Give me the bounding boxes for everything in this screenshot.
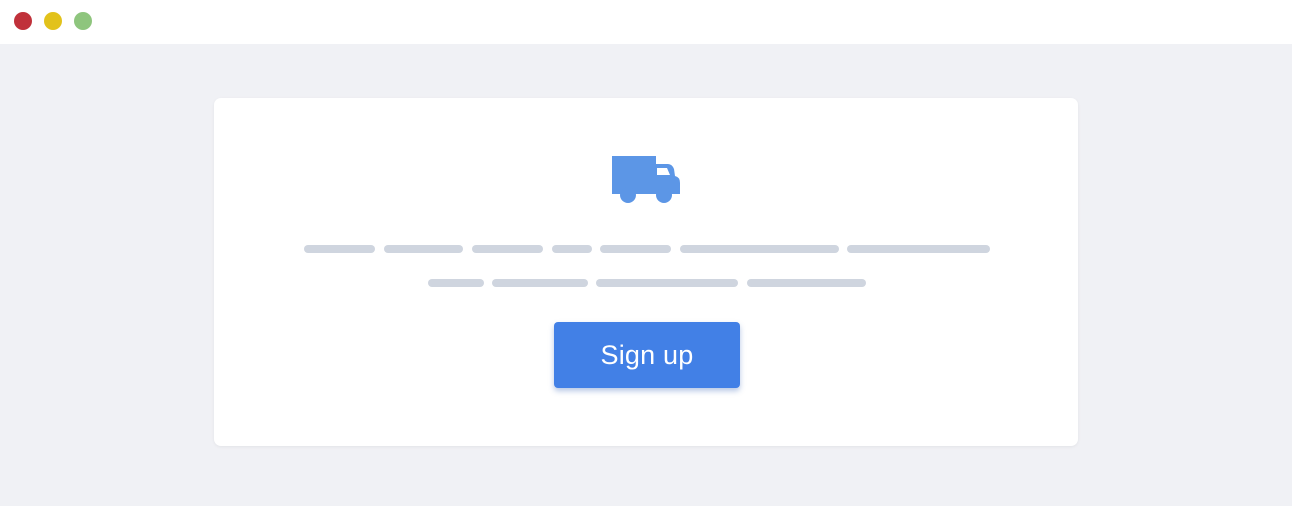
text-placeholder [600, 245, 671, 253]
truck-icon [612, 156, 680, 203]
signup-button[interactable]: Sign up [554, 322, 740, 388]
text-placeholder [384, 245, 463, 253]
text-placeholder [492, 279, 588, 287]
text-placeholder [472, 245, 543, 253]
close-window-button[interactable] [14, 12, 32, 30]
text-placeholder [680, 245, 839, 253]
minimize-window-button[interactable] [44, 12, 62, 30]
page-content: Sign up [0, 44, 1292, 506]
text-placeholder [747, 279, 866, 287]
text-placeholder [428, 279, 484, 287]
window-titlebar [0, 0, 1292, 44]
text-placeholder [596, 279, 738, 287]
text-placeholder [552, 245, 592, 253]
signup-card: Sign up [214, 98, 1078, 446]
maximize-window-button[interactable] [74, 12, 92, 30]
text-placeholder [304, 245, 375, 253]
text-placeholder [847, 245, 990, 253]
